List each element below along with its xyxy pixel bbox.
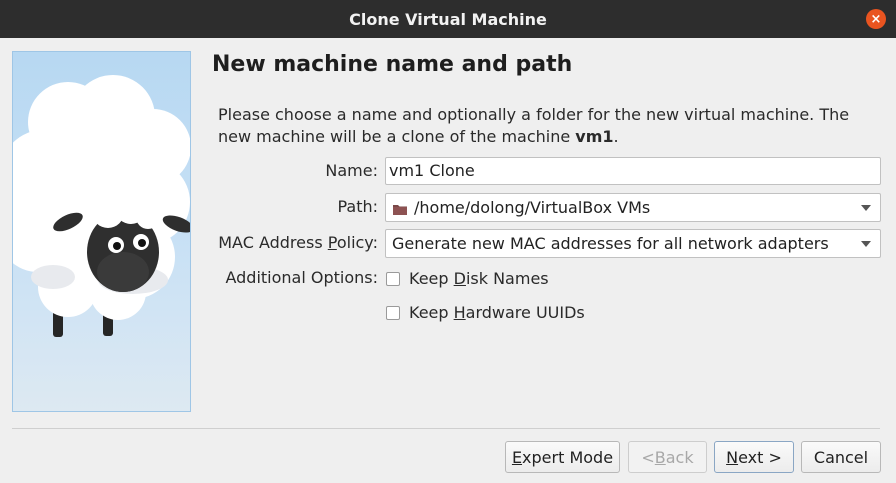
keep-hardware-uuids-checkbox[interactable]: [386, 305, 400, 320]
button-separator: [12, 428, 880, 429]
sheep-illustration: [13, 75, 190, 337]
keep-disk-names-option[interactable]: Keep Disk Names: [386, 269, 549, 288]
name-label: Name:: [325, 161, 378, 180]
folder-icon: [392, 201, 408, 215]
chevron-down-icon[interactable]: [861, 204, 871, 211]
wizard-sheep-image: [12, 51, 191, 412]
description-end: .: [613, 127, 619, 146]
name-input[interactable]: vm1 Clone: [385, 157, 881, 185]
cancel-button[interactable]: Cancel: [801, 441, 881, 473]
window-title: Clone Virtual Machine: [349, 9, 547, 29]
additional-options-label: Additional Options:: [225, 268, 378, 287]
mac-policy-value: Generate new MAC addresses for all netwo…: [392, 234, 829, 253]
source-machine-name: vm1: [575, 127, 614, 146]
mac-policy-label: MAC Address Policy:: [218, 233, 378, 252]
path-value: /home/dolong/VirtualBox VMs: [414, 198, 651, 217]
keep-hardware-uuids-option[interactable]: Keep Hardware UUIDs: [386, 303, 585, 322]
mac-policy-combobox[interactable]: Generate new MAC addresses for all netwo…: [385, 229, 881, 258]
page-description: Please choose a name and optionally a fo…: [218, 104, 878, 148]
description-text: Please choose a name and optionally a fo…: [218, 105, 850, 146]
keep-disk-names-label: Keep Disk Names: [409, 269, 549, 288]
expert-mode-button[interactable]: Expert Mode: [505, 441, 620, 473]
path-label: Path:: [337, 197, 378, 216]
close-icon[interactable]: ×: [866, 9, 886, 29]
chevron-down-icon[interactable]: [861, 240, 871, 247]
path-combobox[interactable]: /home/dolong/VirtualBox VMs: [385, 193, 881, 222]
next-button[interactable]: Next >: [714, 441, 794, 473]
page-title: New machine name and path: [212, 52, 573, 77]
keep-disk-names-checkbox[interactable]: [386, 271, 400, 286]
window-titlebar: Clone Virtual Machine ×: [0, 0, 896, 38]
keep-hardware-uuids-label: Keep Hardware UUIDs: [409, 303, 585, 322]
back-button[interactable]: < Back: [628, 441, 707, 473]
